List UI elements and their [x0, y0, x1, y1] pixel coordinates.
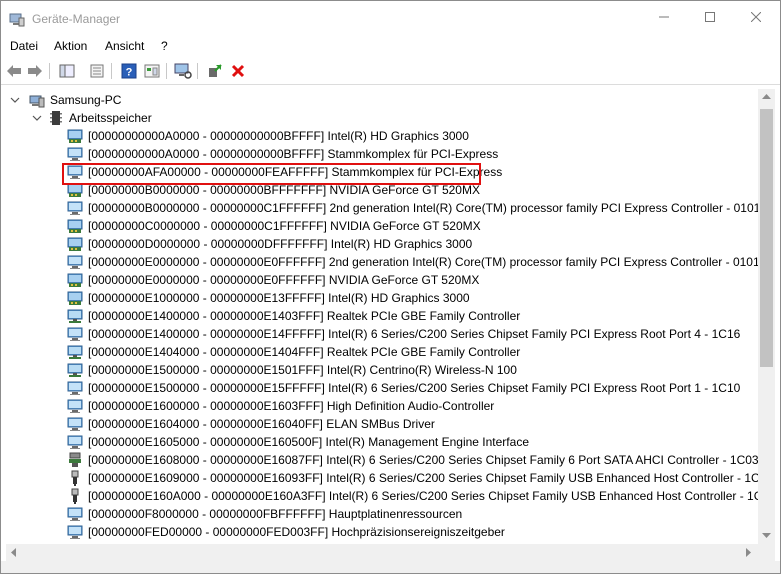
- system-device-icon: [67, 201, 83, 215]
- category-label: Arbeitsspeicher: [69, 111, 152, 125]
- show-hide-console-tree-button[interactable]: [58, 62, 76, 80]
- arrow-left-icon: [7, 65, 21, 77]
- device-manager-app-icon: [9, 13, 25, 27]
- device-label: [00000000E1609000 - 00000000E16093FF] In…: [88, 471, 758, 485]
- svg-text:?: ?: [126, 67, 133, 79]
- computer-icon: [29, 95, 45, 108]
- network-adapter-icon: [67, 309, 83, 323]
- root-label: Samsung-PC: [50, 93, 122, 107]
- device-label: [00000000000A0000 - 00000000000BFFFF] St…: [88, 147, 499, 161]
- minimize-icon: [659, 16, 669, 18]
- scroll-down-icon[interactable]: [762, 533, 771, 539]
- uninstall-device-button[interactable]: [229, 62, 247, 80]
- menu-aktion[interactable]: Aktion: [54, 39, 87, 53]
- device-tree[interactable]: Samsung-PC Arbeitsspeicher [00000000000A…: [6, 89, 758, 541]
- memory-chip-icon: [50, 111, 62, 125]
- usb-controller-icon: [71, 488, 79, 504]
- enable-device-button[interactable]: [206, 62, 224, 80]
- help-button[interactable]: ?: [120, 62, 138, 80]
- scan-hardware-button[interactable]: [174, 62, 192, 80]
- update-driver-icon: [90, 64, 104, 78]
- scan-hardware-icon: [174, 63, 192, 79]
- window-title: Geräte-Manager: [32, 12, 121, 26]
- system-device-icon: [67, 435, 83, 449]
- maximize-icon: [705, 12, 715, 22]
- device-label: [00000000E0000000 - 00000000E0FFFFFF] 2n…: [88, 255, 758, 269]
- network-adapter-icon: [67, 363, 83, 377]
- minimize-button[interactable]: [641, 1, 687, 33]
- view-button[interactable]: [143, 62, 161, 80]
- system-device-icon: [67, 507, 83, 521]
- chevron-down-icon[interactable]: [32, 113, 42, 123]
- device-label: [00000000E0000000 - 00000000E0FFFFFF] NV…: [88, 273, 480, 287]
- selection-highlight: [62, 163, 481, 185]
- device-label: [00000000B0000000 - 00000000C1FFFFFF] 2n…: [88, 201, 758, 215]
- help-icon: ?: [121, 63, 137, 79]
- device-label: [00000000E1600000 - 00000000E1603FFF] Hi…: [88, 399, 495, 413]
- forward-button[interactable]: [26, 62, 44, 80]
- title-bar: Geräte-Manager: [1, 1, 780, 37]
- view-icon: [144, 64, 160, 78]
- scroll-right-icon[interactable]: [746, 548, 752, 557]
- toolbar-separator: [49, 63, 50, 79]
- menu-datei[interactable]: Datei: [10, 39, 38, 53]
- system-device-icon: [67, 255, 83, 269]
- device-label: [00000000E1400000 - 00000000E14FFFFF] In…: [88, 327, 741, 341]
- device-label: [00000000E160A000 - 00000000E160A3FF] In…: [88, 489, 758, 503]
- display-adapter-icon: [67, 273, 83, 287]
- horizontal-scrollbar[interactable]: [6, 544, 758, 561]
- device-label: [00000000FED00000 - 00000000FED003FF] Ho…: [88, 525, 505, 539]
- device-label: [00000000E1608000 - 00000000E16087FF] In…: [88, 453, 758, 467]
- scrollbar-corner: [758, 544, 775, 561]
- device-label: [00000000E1605000 - 00000000E160500F] In…: [88, 435, 529, 449]
- system-device-icon: [67, 147, 83, 161]
- vertical-scroll-thumb[interactable]: [760, 109, 773, 367]
- scroll-up-icon[interactable]: [762, 94, 771, 100]
- toolbar-separator: [111, 63, 112, 79]
- network-adapter-icon: [67, 345, 83, 359]
- storage-controller-icon: [69, 452, 81, 467]
- system-device-icon: [67, 381, 83, 395]
- menu-ansicht[interactable]: Ansicht: [105, 39, 144, 53]
- maximize-button[interactable]: [687, 1, 733, 33]
- usb-controller-icon: [71, 470, 79, 486]
- close-button[interactable]: [733, 1, 779, 33]
- back-button[interactable]: [5, 62, 23, 80]
- toolbar: ?: [1, 58, 780, 85]
- uninstall-red-x-icon: [231, 64, 245, 78]
- device-label: [00000000E1500000 - 00000000E1501FFF] In…: [88, 363, 517, 377]
- device-label: [00000000000A0000 - 00000000000BFFFF] In…: [88, 129, 469, 143]
- device-label: [00000000E1500000 - 00000000E15FFFFF] In…: [88, 381, 741, 395]
- device-label: [00000000E1404000 - 00000000E1404FFF] Re…: [88, 345, 521, 359]
- display-adapter-icon: [67, 291, 83, 305]
- system-device-icon: [67, 417, 83, 431]
- display-adapter-icon: [67, 219, 83, 233]
- device-label: [00000000E1604000 - 00000000E16040FF] EL…: [88, 417, 435, 431]
- device-label: [00000000F8000000 - 00000000FBFFFFFF] Ha…: [88, 507, 463, 521]
- properties-icon: [59, 64, 75, 78]
- enable-device-icon: [209, 64, 222, 77]
- system-device-icon: [67, 327, 83, 341]
- menu-help[interactable]: ?: [161, 39, 168, 53]
- toolbar-separator: [197, 63, 198, 79]
- vertical-scrollbar[interactable]: [758, 89, 775, 544]
- device-label: [00000000E1400000 - 00000000E1403FFF] Re…: [88, 309, 521, 323]
- properties-button[interactable]: [88, 62, 106, 80]
- device-label: [00000000D0000000 - 00000000DFFFFFFF] In…: [88, 237, 473, 251]
- device-label: [00000000C0000000 - 00000000C1FFFFFF] NV…: [88, 219, 481, 233]
- close-icon: [751, 12, 761, 22]
- toolbar-separator: [166, 63, 167, 79]
- display-adapter-icon: [67, 237, 83, 251]
- chevron-down-icon[interactable]: [10, 95, 20, 105]
- menu-bar: Datei Aktion Ansicht ?: [1, 37, 780, 57]
- display-adapter-icon: [67, 129, 83, 143]
- arrow-right-icon: [28, 65, 42, 77]
- system-device-icon: [67, 525, 83, 539]
- system-device-icon: [67, 399, 83, 413]
- scroll-left-icon[interactable]: [11, 548, 17, 557]
- device-manager-window: Geräte-Manager Datei Aktion Ansicht ? ? …: [0, 0, 781, 574]
- status-bar: [1, 561, 780, 573]
- device-label: [00000000E1000000 - 00000000E13FFFFF] In…: [88, 291, 470, 305]
